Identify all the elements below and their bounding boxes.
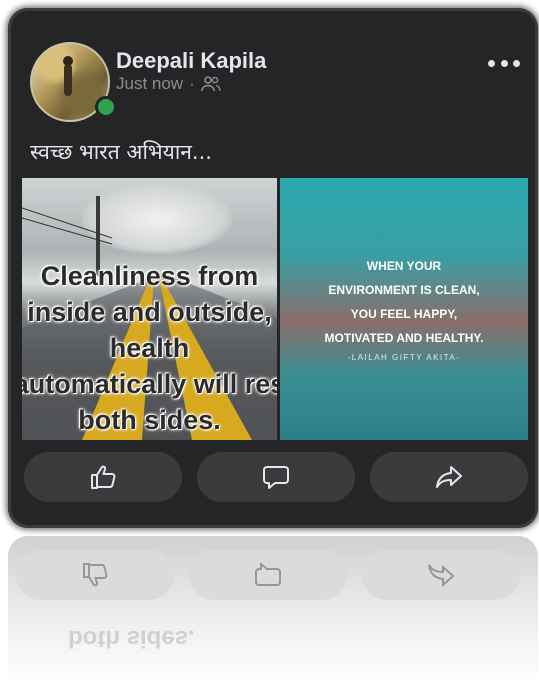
share-button[interactable] <box>370 452 528 502</box>
comment-icon <box>255 561 281 586</box>
more-options-button[interactable] <box>488 56 520 70</box>
author-name[interactable]: Deepali Kapila <box>116 48 266 74</box>
dot-icon <box>488 59 495 67</box>
right-image-quote: WHEN YOUR ENVIRONMENT IS CLEAN, YOU FEEL… <box>280 254 528 350</box>
share-icon <box>436 466 462 488</box>
online-status-dot <box>95 96 117 118</box>
quote-author: -LAILAH GIFTY AKITA- <box>347 353 461 362</box>
post-text: स्वच्छ भारत अभियान... <box>30 140 212 164</box>
quote-line: ENVIRONMENT IS CLEAN, <box>328 283 480 297</box>
quote-line: Cleanliness from <box>40 261 259 291</box>
quote-line: MOTIVATED AND HEALTHY. <box>324 331 484 345</box>
avatar-figure-body <box>64 64 72 96</box>
quote-line: health <box>109 333 190 363</box>
comment-icon <box>263 466 289 489</box>
post-card: Deepali Kapila Just now · स्वच्छ भारत अभ… <box>8 8 538 528</box>
quote-line: YOU FEEL HAPPY, <box>350 307 458 321</box>
thumbs-up-icon <box>91 465 116 489</box>
friends-icon[interactable] <box>200 75 221 93</box>
quote-line: inside and outside, <box>27 297 272 327</box>
reflection-share <box>362 550 520 600</box>
dot-icon <box>513 59 520 67</box>
quote-line: automatically will res <box>22 369 277 399</box>
post-image-left[interactable]: Cleanliness from inside and outside, hea… <box>22 178 277 440</box>
card-reflection: both sides. <box>8 536 538 681</box>
comment-button[interactable] <box>197 452 355 502</box>
left-image-quote: Cleanliness from inside and outside, hea… <box>22 258 277 438</box>
reflection-comment <box>189 550 347 600</box>
reflection-quote-text: both sides. <box>68 625 195 652</box>
post-image-right[interactable]: WHEN YOUR ENVIRONMENT IS CLEAN, YOU FEEL… <box>280 178 528 440</box>
like-button[interactable] <box>24 452 182 502</box>
meta-separator: · <box>189 74 195 93</box>
reflection-like <box>16 550 174 600</box>
quote-line: WHEN YOUR <box>366 259 442 273</box>
quote-line: both sides. <box>78 405 221 435</box>
timestamp[interactable]: Just now <box>116 74 183 94</box>
thumbs-up-icon <box>83 563 108 587</box>
dot-icon <box>500 59 508 67</box>
post-meta: Just now · <box>116 74 221 94</box>
share-icon <box>428 564 455 588</box>
